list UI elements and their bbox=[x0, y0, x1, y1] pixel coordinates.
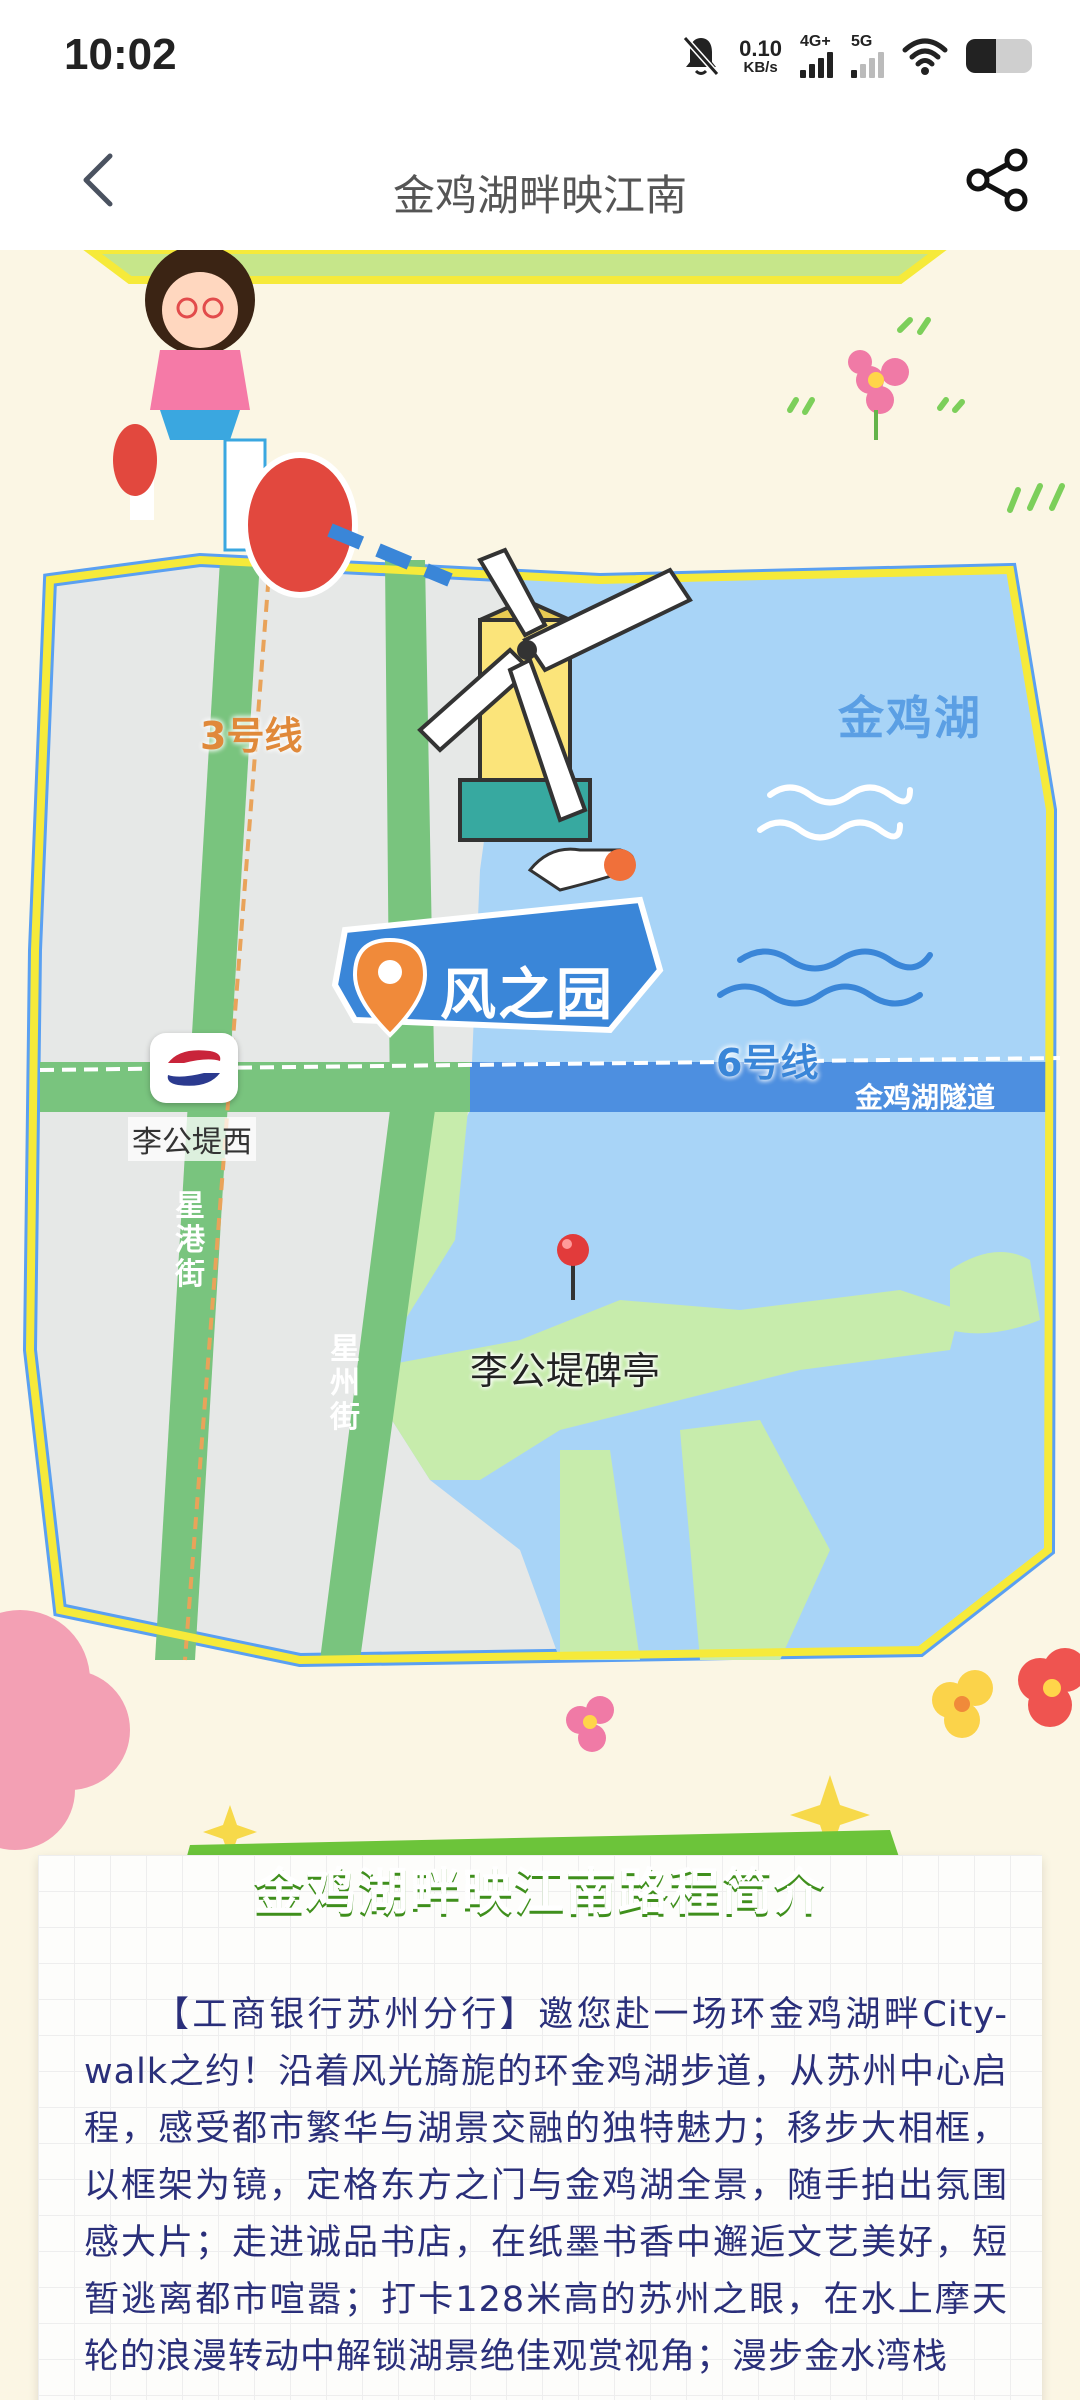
intro-heading-banner: 金鸡湖畔映江南路程简介 bbox=[190, 1822, 890, 1940]
tunnel-label: 金鸡湖隧道 bbox=[855, 1081, 996, 1114]
article-content[interactable]: 3号线 6号线 金鸡湖隧道 金鸡湖 李公堤西 星港街 星州街 李公堤碑亭 风之园… bbox=[0, 250, 1080, 2400]
top-nav-bar: 金鸡湖畔映江南 bbox=[0, 110, 1080, 250]
net-speed-unit: KB/s bbox=[743, 58, 778, 76]
wifi-icon bbox=[902, 38, 948, 75]
park-area bbox=[950, 1252, 1040, 1334]
metro-logo-icon bbox=[150, 1033, 238, 1103]
girl-character-illustration bbox=[113, 250, 358, 598]
mute-bell-icon bbox=[682, 36, 720, 76]
metro-line-6-label: 6号线 bbox=[716, 1041, 819, 1085]
flower-icon bbox=[566, 1696, 614, 1752]
pink-tree-icon bbox=[0, 1610, 130, 1850]
net-speed-value: 0.10 bbox=[739, 35, 782, 61]
street-label-xinggang: 星港街 bbox=[175, 1189, 205, 1292]
net-speed: 0.10 KB/s bbox=[739, 35, 782, 76]
signal-bars-icon bbox=[851, 52, 884, 78]
intro-body-text: 【工商银行苏州分行】邀您赴一场环金鸡湖畔City-walk之约！沿着风光旖旎的环… bbox=[84, 1995, 1008, 2377]
signal-4g: 4G+ bbox=[800, 34, 833, 78]
pavilion-label: 李公堤碑亭 bbox=[470, 1349, 661, 1393]
flower-icon bbox=[932, 1648, 1080, 1738]
status-bar: 10:02 0.10 KB/s 4G+ 5G bbox=[0, 0, 1080, 110]
share-icon[interactable] bbox=[964, 146, 1032, 214]
status-time: 10:02 bbox=[64, 30, 177, 79]
street-label-xingzhou: 星州街 bbox=[330, 1332, 360, 1435]
flower-icon bbox=[848, 350, 909, 440]
signal-5g: 5G bbox=[851, 34, 884, 78]
page-title: 金鸡湖畔映江南 bbox=[392, 171, 687, 220]
station-label: 李公堤西 bbox=[128, 1117, 256, 1161]
landmark-label: 风之园 bbox=[440, 963, 614, 1028]
status-icons: 0.10 KB/s 4G+ 5G bbox=[681, 28, 1032, 84]
signal-5g-label: 5G bbox=[851, 33, 873, 50]
intro-heading: 金鸡湖畔映江南路程简介 bbox=[254, 1863, 826, 1921]
lake-label: 金鸡湖 bbox=[838, 691, 982, 745]
grass-icon bbox=[787, 317, 1065, 513]
metro-line-3-label: 3号线 bbox=[200, 714, 303, 758]
signal-bars-icon bbox=[800, 52, 833, 78]
battery-icon bbox=[966, 39, 1032, 73]
signal-4g-label: 4G+ bbox=[800, 33, 831, 50]
